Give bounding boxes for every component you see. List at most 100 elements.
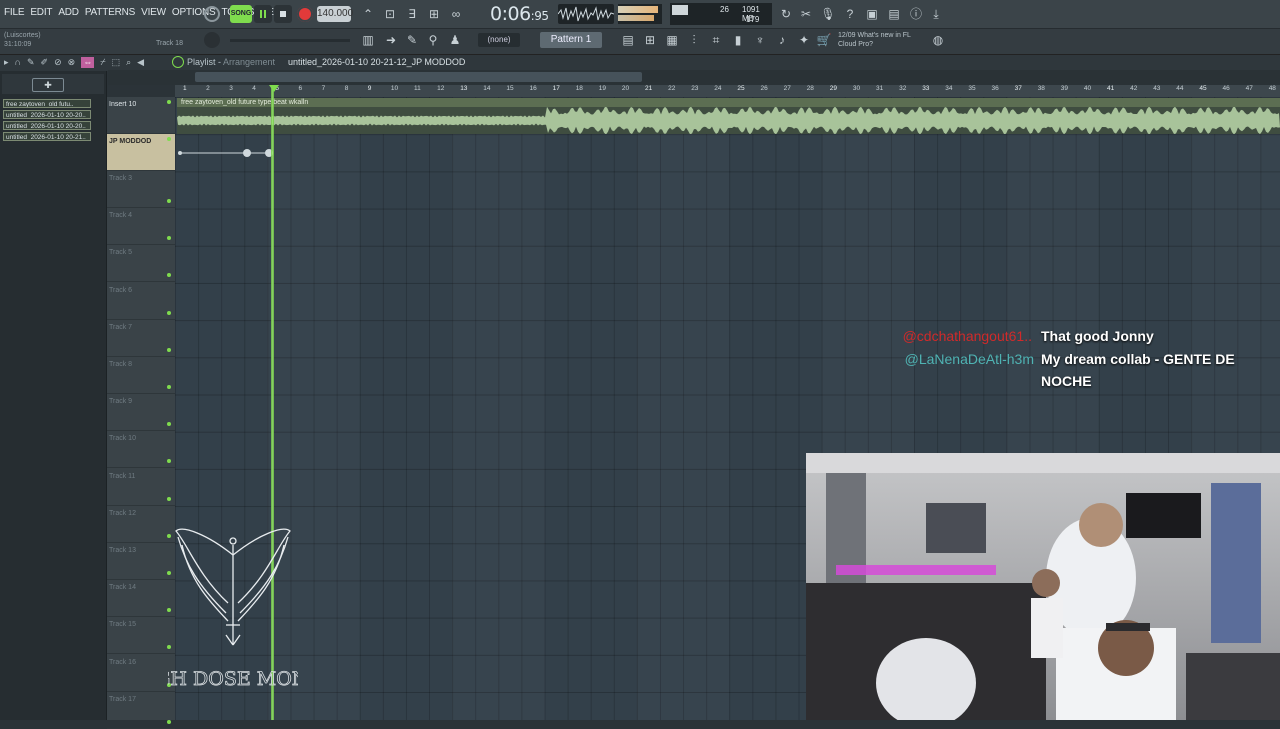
microphone-icon[interactable]: 🎙 [820,6,836,22]
track-header[interactable]: Track 4 [107,208,175,246]
zoom-icon[interactable]: ⌕ [126,57,131,68]
track-header[interactable]: Track 3 [107,171,175,208]
news-panel[interactable]: 12/09 What's new in FL Cloud Pro? [838,31,911,49]
stop-button[interactable] [274,5,292,23]
track-mute-led[interactable] [167,719,171,724]
save-icon[interactable]: ▣ [864,6,880,22]
render-icon[interactable]: ▤ [886,6,902,22]
link-icon[interactable]: ⚲ [425,32,441,48]
track-mute-led[interactable] [167,199,171,203]
audio-clip[interactable] [177,107,1280,134]
piano-icon[interactable]: ▥ [360,32,376,48]
track-mute-led[interactable] [167,347,171,352]
playhead-marker-icon[interactable] [269,85,279,92]
track-header[interactable]: Track 16 [107,655,175,692]
slip-icon[interactable]: ⇔ [81,57,95,68]
menu-view[interactable]: VIEW [141,7,166,18]
track-header[interactable]: Track 11 [107,469,175,506]
track-mute-led[interactable] [167,385,171,389]
pitch-knob[interactable] [204,32,220,48]
automation-point[interactable] [243,149,251,157]
pause-button[interactable] [254,5,272,23]
plugin-icon[interactable]: ♆ [752,32,768,48]
master-volume-knob[interactable] [204,6,220,22]
menu-add[interactable]: ADD [58,7,79,18]
main-pitch-slider[interactable] [230,39,350,42]
draw-icon[interactable]: ✎ [27,57,35,68]
tempo-display[interactable]: 140.000 [317,6,353,22]
automation-point[interactable] [178,151,182,155]
piano-roll-icon[interactable]: ▦ [664,32,680,48]
file-icon[interactable]: ▮ [730,32,746,48]
magnet-icon[interactable]: ∩ [15,57,21,68]
track-header[interactable]: Track 13 [107,543,175,580]
track-header[interactable]: Track 8 [107,357,175,394]
info-icon[interactable]: ⓘ [908,6,924,22]
track-header[interactable]: Track 9 [107,394,175,432]
track-header[interactable]: JP MODDOD [107,134,175,171]
track-header[interactable]: Track 7 [107,320,175,357]
pencil-icon[interactable]: ✎ [404,32,420,48]
playlist-options-icon[interactable] [172,56,184,68]
countdown-icon[interactable]: ∃ [404,6,420,22]
add-picker-icon[interactable]: ✚ [32,78,64,92]
channel-rack-icon[interactable]: ⊞ [642,32,658,48]
automation-clip[interactable] [177,135,277,171]
mute-icon[interactable]: ⊗ [68,57,76,68]
track-mute-led[interactable] [167,236,171,241]
menu-patterns[interactable]: PATTERNS [85,7,135,18]
menu-edit[interactable]: EDIT [30,7,52,18]
plug-icon[interactable]: ✦ [796,32,812,48]
select-icon[interactable]: ⬚ [112,57,121,68]
delete-icon[interactable]: ⊘ [54,57,62,68]
loop-record-icon[interactable]: ∞ [448,6,464,22]
track-header[interactable]: Track 10 [107,431,175,469]
tempo-tapper-icon[interactable]: ♪ [774,32,790,48]
arrangement-name[interactable]: untitled_2026-01-10 20-21-12_JP MODDOD [288,57,465,67]
globe-icon[interactable]: ◍ [930,32,946,48]
help-icon[interactable]: ? [842,6,858,22]
mixer-icon[interactable]: ⫶ [686,32,702,48]
track-mute-led[interactable] [167,310,171,315]
track-header[interactable]: Track 14 [107,580,175,618]
wait-input-icon[interactable]: ⊡ [382,6,398,22]
track-mute-led[interactable] [167,273,171,278]
timeline-ruler[interactable]: 1 2 3 4 5 6 7 8 9 10 11 12 13 14 15 16 17 18 19 20 21 22 23 24 2… [175,85,1280,97]
track-header[interactable]: Track 17 [107,692,175,729]
cut-icon[interactable]: ✂ [798,6,814,22]
speaker-icon[interactable]: ◀ [137,57,144,68]
slice-icon[interactable]: ⌿ [100,57,105,68]
track-header[interactable]: Track 6 [107,283,175,320]
pattern-selector[interactable]: Pattern 1 [540,32,602,48]
step-edit-icon[interactable]: ⊞ [426,6,442,22]
picker-item[interactable]: untitled_2026-01-10 20-21.. [3,132,91,141]
picker-item[interactable]: untitled_2026-01-10 20-20.. [3,110,91,119]
track-mute-led[interactable] [167,422,171,427]
stamp-icon[interactable]: ♟ [447,32,463,48]
arrow-icon[interactable]: ▸ [4,57,9,68]
audio-clip-title[interactable]: free zaytoven_old future type beat wkall… [177,98,1280,107]
track-mute-led[interactable] [167,459,171,464]
picker-item[interactable]: free zaytoven_old futu.. [3,99,91,108]
snap-selector[interactable]: (none) [478,33,520,47]
browser-icon[interactable]: ⌗ [708,32,724,48]
song-mode-button[interactable]: SONG [230,5,252,23]
arrow-right-icon[interactable]: ➜ [383,32,399,48]
track-header[interactable]: Insert 10 [107,97,175,134]
track-mute-led[interactable] [167,100,171,104]
cart-icon[interactable]: 🛒 [816,32,832,48]
track-mute-led[interactable] [167,496,171,501]
picker-item[interactable]: untitled_2026-01-10 20-20.. [3,121,91,130]
time-display[interactable]: 0:06:95 [490,3,549,25]
horizontal-scrollbar[interactable] [195,72,642,82]
track-header[interactable]: Track 12 [107,506,175,543]
undo-icon[interactable]: ↻ [778,6,794,22]
playlist-icon[interactable]: ▤ [620,32,636,48]
track-header[interactable]: Track 15 [107,617,175,655]
record-button[interactable] [297,6,313,22]
track-header[interactable]: Track 5 [107,245,175,283]
paint-icon[interactable]: ✐ [41,57,49,68]
metronome-icon[interactable]: ⌃ [360,6,376,22]
download-icon[interactable]: ⤓ [928,6,944,22]
track-mute-led[interactable] [167,137,171,141]
